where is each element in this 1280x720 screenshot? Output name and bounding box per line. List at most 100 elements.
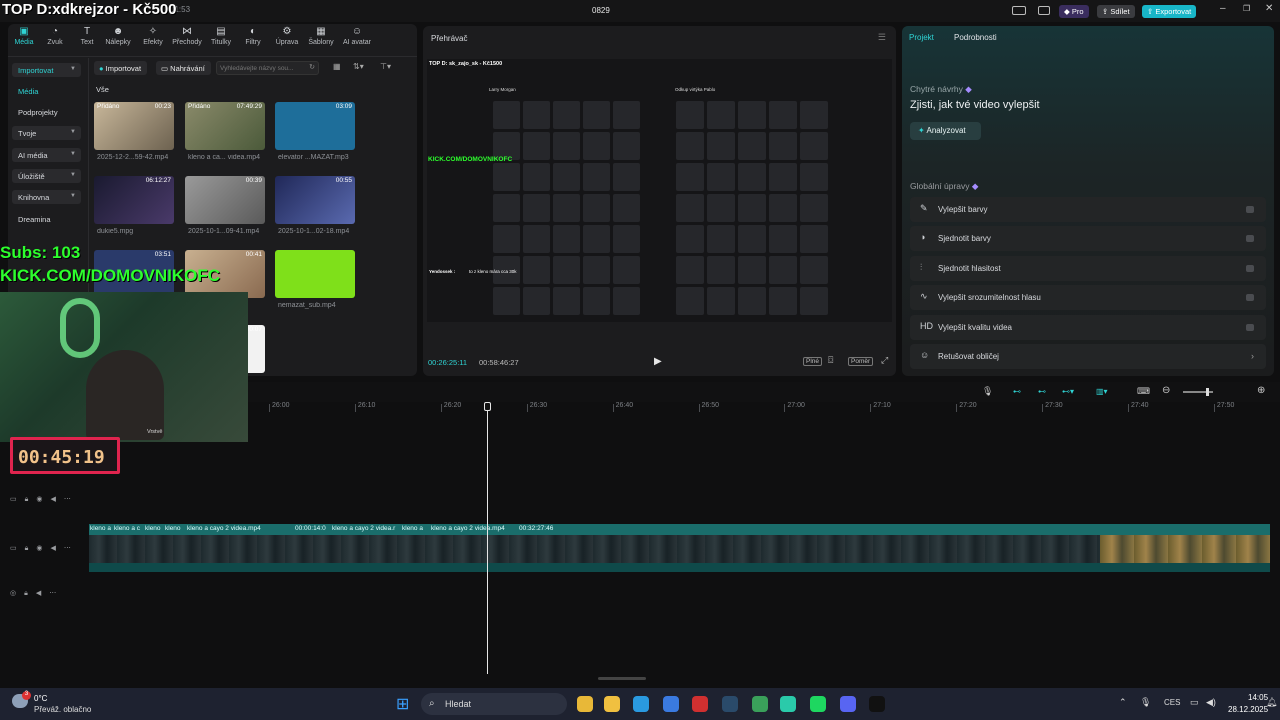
search-input[interactable]	[220, 63, 300, 73]
toolbar-item-šablony[interactable]: ▦ Šablony	[305, 27, 337, 47]
export-button[interactable]: ⇧ Exportovat	[1142, 5, 1197, 18]
sidebar-item-knihovna[interactable]: Knihovna ▼	[12, 190, 81, 204]
preview-axis-icon[interactable]: ▥▾	[1096, 387, 1108, 396]
adjust-row[interactable]: ✎ Vylepšit barvy	[910, 197, 1266, 222]
timeline-scrollbar[interactable]	[598, 677, 646, 680]
tray-mic-icon[interactable]: 🎙︎	[1140, 697, 1151, 708]
snapshot-icon[interactable]: ⌼	[828, 355, 833, 366]
capcut-icon[interactable]	[869, 696, 885, 712]
volume-icon[interactable]: ◀)	[1206, 697, 1216, 708]
pro-button[interactable]: ◆ Pro	[1059, 5, 1089, 18]
search-box[interactable]: ↻	[216, 61, 319, 75]
media-item[interactable]: 06:12:27 dukie5.mpg	[94, 176, 184, 246]
toolbar-item-ai-avatar[interactable]: ☺ AI avatar	[336, 27, 378, 47]
lock-icon[interactable]: 🔒︎	[25, 496, 37, 503]
record-button[interactable]: ▭ Nahrávání	[156, 61, 211, 75]
full-quality-button[interactable]: Plné	[803, 357, 823, 366]
pen-icon[interactable]	[692, 696, 708, 712]
sidebar-item-úložiště[interactable]: Úložiště ▼	[12, 169, 81, 183]
video-preview[interactable]: TOP D: sk_zajo_sk - Kč1500 Larry Morgan …	[427, 59, 892, 322]
toolbar-item-filtry[interactable]: ◐ Filtry	[237, 27, 269, 47]
filter-icon[interactable]: ⊤▾	[380, 62, 391, 71]
share-button[interactable]: ⇪ Sdílet	[1097, 5, 1135, 18]
speaker-icon-3[interactable]: ◀	[36, 590, 49, 597]
more-icon-3[interactable]: ⋯	[49, 590, 64, 597]
import-button[interactable]: ● Importovat	[94, 61, 148, 75]
media-thumbnail[interactable]	[275, 250, 355, 298]
toolbar-item-titulky[interactable]: ▤ Titulky	[205, 27, 237, 47]
play-icon[interactable]: ▶	[654, 356, 662, 367]
more-icon-2[interactable]: ⋯	[64, 545, 79, 552]
timeline-ruler[interactable]: 26:00 26:10 26:20 26:30 26:40 26:50 27:00 27:10…	[250, 402, 1280, 418]
speaker-icon[interactable]: ◀	[50, 496, 63, 503]
sidebar-item-ai-média[interactable]: AI média ▼	[12, 148, 81, 162]
adjust-row[interactable]: ☺ Retušovat obličej ›	[910, 344, 1266, 369]
track-controls-3[interactable]: ◎🔒︎◀⋯	[10, 589, 64, 598]
language-indicator[interactable]: CES	[1164, 698, 1180, 707]
lock-icon-3[interactable]: 🔒︎	[24, 590, 36, 597]
media-thumbnail[interactable]: 00:55	[275, 176, 355, 224]
analyze-button[interactable]: ✦ Analyzovat	[910, 122, 981, 140]
microphone-icon[interactable]: 🎙︎	[982, 386, 993, 397]
track-controls-2[interactable]: ▭🔒︎◉◀⋯	[10, 544, 79, 553]
eye-icon[interactable]: ◉	[36, 496, 50, 503]
media-item[interactable]: 00:39 2025-10-1...09-41.mp4	[185, 176, 275, 246]
speaker-icon-2[interactable]: ◀	[50, 545, 63, 552]
network-icon[interactable]: ▭	[1190, 697, 1199, 708]
edge-icon[interactable]	[633, 696, 649, 712]
zoom-fit-icon[interactable]: ⊕	[1257, 385, 1265, 396]
chrome-icon[interactable]	[752, 696, 768, 712]
store-icon[interactable]	[663, 696, 679, 712]
file-explorer-icon[interactable]	[577, 696, 593, 712]
windows-start-icon[interactable]: ⊞	[396, 694, 409, 714]
sidebar-item-podprojekty[interactable]: Podprojekty	[12, 105, 81, 119]
snap-icon[interactable]: ⊷▾	[1062, 387, 1074, 396]
clock-date[interactable]: 28.12.2025	[1228, 705, 1268, 714]
app-icon[interactable]	[780, 696, 796, 712]
media-item[interactable]: 00:23 Přidáno 2025-12-2...59-42.mp4	[94, 102, 184, 172]
toolbar-item-přechody[interactable]: ⋈ Přechody	[171, 27, 203, 47]
grid-view-icon[interactable]: ▦	[333, 62, 341, 71]
toggle-switch[interactable]	[1246, 206, 1254, 213]
link-clips-icon[interactable]: ⊷	[1013, 387, 1021, 396]
adjust-row[interactable]: HD Vylepšit kvalitu videa	[910, 314, 1266, 340]
media-item[interactable]: nemazat_sub.mp4	[275, 250, 365, 320]
refresh-icon[interactable]: ↻	[309, 63, 315, 71]
audio-waveform[interactable]	[89, 563, 1270, 572]
media-thumbnail[interactable]: 03:09	[275, 102, 355, 150]
track-controls-1[interactable]: ▭🔒︎◉◀⋯	[10, 495, 79, 504]
playhead-handle[interactable]	[484, 402, 491, 411]
filter-all[interactable]: Vše	[96, 85, 109, 94]
sort-icon[interactable]: ⇅▾	[353, 62, 364, 71]
toolbar-item-text[interactable]: T Text	[71, 27, 103, 47]
maximize-icon[interactable]: ❐	[1243, 4, 1250, 13]
sidebar-item-média[interactable]: Média	[12, 84, 81, 98]
toolbar-item-efekty[interactable]: ✧ Efekty	[137, 27, 169, 47]
layout-icon[interactable]	[1012, 6, 1026, 15]
toggle-switch[interactable]	[1246, 323, 1254, 331]
subtitle-icon[interactable]: ⌨	[1137, 386, 1150, 397]
playhead[interactable]	[487, 402, 488, 674]
shortcuts-icon[interactable]	[1038, 6, 1050, 15]
toolbar-item-zvuk[interactable]: ◔ Zvuk	[39, 27, 71, 47]
media-thumbnail[interactable]: 06:12:27	[94, 176, 174, 224]
more-icon[interactable]: ⋯	[64, 496, 79, 503]
steam-icon[interactable]	[722, 696, 738, 712]
sidebar-item-dreamina[interactable]: Dreamina	[12, 212, 81, 226]
spotify-icon[interactable]	[810, 696, 826, 712]
media-thumbnail[interactable]: 00:23 Přidáno	[94, 102, 174, 150]
tray-chevron-icon[interactable]: ⌃	[1119, 697, 1127, 708]
media-item[interactable]: 07:49:29 Přidáno kleno a ca... videa.mp4	[185, 102, 275, 172]
menu-icon[interactable]: ☰	[878, 32, 886, 43]
minimize-icon[interactable]: –	[1220, 3, 1226, 14]
sidebar-item-tvoje[interactable]: Tvoje ▼	[12, 126, 81, 140]
media-item[interactable]: 00:55 2025-10-1...02-18.mp4	[275, 176, 365, 246]
tab-details[interactable]: Podrobnosti	[954, 33, 997, 42]
toolbar-item-nálepky[interactable]: ☻ Nálepky	[102, 27, 134, 47]
close-icon[interactable]: ✕	[1265, 3, 1273, 14]
media-thumbnail[interactable]: 00:39	[185, 176, 265, 224]
adjust-row[interactable]: ◑ Sjednotit barvy	[910, 226, 1266, 252]
adjust-row[interactable]: ⫶ Sjednotit hlasitost	[910, 255, 1266, 281]
zoom-out-icon[interactable]: ⊖	[1162, 385, 1170, 396]
zoom-slider[interactable]	[1183, 388, 1213, 396]
